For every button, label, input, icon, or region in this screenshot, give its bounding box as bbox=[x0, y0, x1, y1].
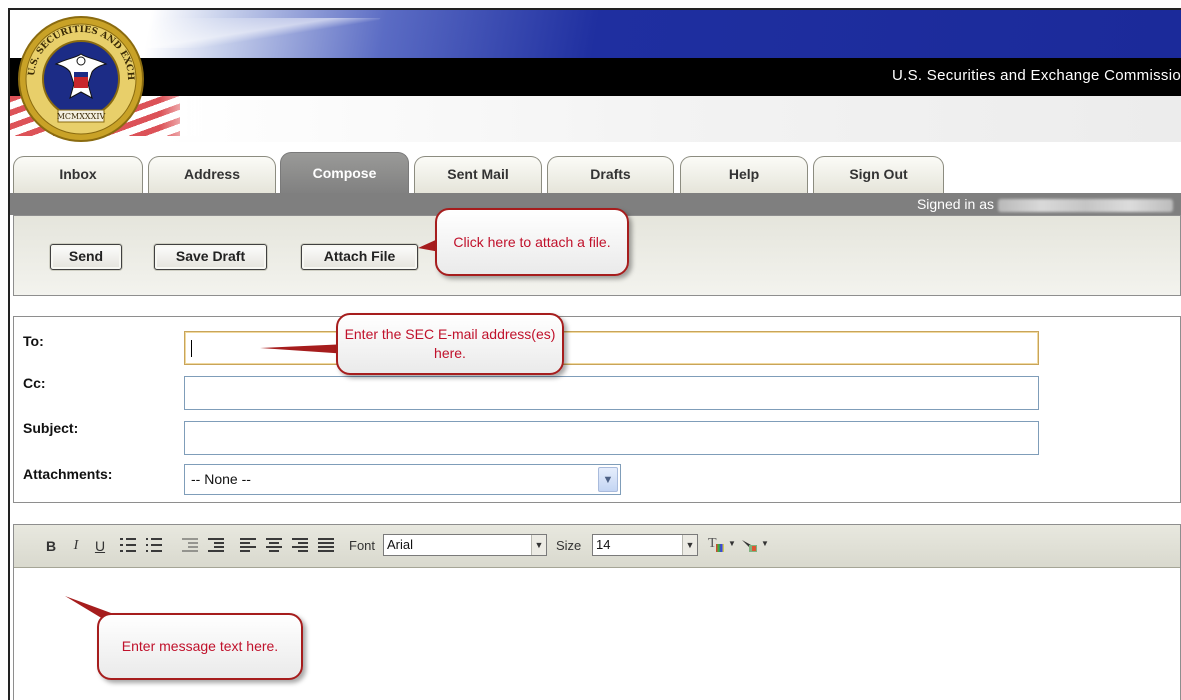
sec-seal-logo: U.S. SECURITIES AND EXCHANGE MCMXXXIV bbox=[16, 14, 144, 142]
size-select-value: 14 bbox=[596, 537, 611, 552]
svg-text:MCMXXXIV: MCMXXXIV bbox=[57, 112, 106, 121]
underline-icon[interactable]: U bbox=[93, 536, 107, 556]
size-select[interactable]: 14 ▼ bbox=[592, 534, 698, 556]
signed-in-label: Signed in as bbox=[916, 196, 994, 212]
banner-fade bbox=[160, 96, 1181, 142]
attach-callout: Click here to attach a file. bbox=[435, 208, 629, 276]
send-button[interactable]: Send bbox=[50, 244, 122, 270]
editor-toolbar: B I U Font Arial ▼ Size 14 ▼ T ▼ ▼ bbox=[14, 525, 1180, 568]
subject-label: Subject: bbox=[23, 420, 79, 436]
chevron-down-icon[interactable]: ▼ bbox=[682, 535, 697, 555]
outdent-icon[interactable] bbox=[182, 537, 198, 553]
message-text-callout: Enter message text here. bbox=[97, 613, 303, 680]
size-label: Size bbox=[556, 538, 582, 553]
attach-file-button[interactable]: Attach File bbox=[301, 244, 418, 270]
numbered-list-icon[interactable] bbox=[120, 537, 136, 553]
subject-field[interactable] bbox=[184, 421, 1039, 455]
header-banner: U.S. Securities and Exchange Commissio U… bbox=[10, 10, 1181, 150]
tab-help[interactable]: Help bbox=[680, 156, 808, 194]
italic-icon[interactable]: I bbox=[69, 536, 83, 556]
attachments-selected-value: -- None -- bbox=[191, 471, 251, 487]
tab-drafts[interactable]: Drafts bbox=[547, 156, 674, 194]
align-right-icon[interactable] bbox=[292, 537, 308, 553]
align-center-icon[interactable] bbox=[266, 537, 282, 553]
font-label: Font bbox=[349, 538, 376, 553]
bold-icon[interactable]: B bbox=[44, 536, 58, 556]
text-color-icon[interactable]: T ▼ bbox=[708, 536, 738, 556]
to-address-callout: Enter the SEC E-mail address(es) here. bbox=[336, 313, 564, 375]
highlight-color-icon[interactable]: ▼ bbox=[741, 536, 771, 556]
align-left-icon[interactable] bbox=[240, 537, 256, 553]
to-label: To: bbox=[23, 333, 44, 349]
message-fields-panel: To: Cc: Subject: Attachments: -- None --… bbox=[13, 316, 1181, 503]
font-select-value: Arial bbox=[387, 537, 414, 552]
nav-tabs: Inbox Address Compose Sent Mail Drafts H… bbox=[10, 150, 1181, 194]
attachments-label: Attachments: bbox=[23, 466, 113, 482]
brush-icon bbox=[742, 540, 757, 552]
to-field[interactable] bbox=[184, 331, 1039, 365]
font-select[interactable]: Arial ▼ bbox=[383, 534, 547, 556]
chevron-down-icon[interactable]: ▼ bbox=[598, 467, 618, 492]
chevron-down-icon[interactable]: ▼ bbox=[531, 535, 546, 555]
tab-inbox[interactable]: Inbox bbox=[13, 156, 143, 194]
agency-name: U.S. Securities and Exchange Commissio bbox=[891, 67, 1181, 84]
redacted-email bbox=[998, 198, 1173, 212]
text-caret bbox=[191, 340, 192, 357]
cc-label: Cc: bbox=[23, 375, 46, 391]
save-draft-button[interactable]: Save Draft bbox=[154, 244, 267, 270]
justify-icon[interactable] bbox=[318, 537, 334, 553]
window-frame: U.S. Securities and Exchange Commissio U… bbox=[8, 8, 1181, 700]
tab-sent-mail[interactable]: Sent Mail bbox=[414, 156, 542, 194]
signed-in-indicator: Signed in as bbox=[917, 193, 1173, 215]
bulleted-list-icon[interactable] bbox=[146, 537, 162, 553]
indent-icon[interactable] bbox=[208, 537, 224, 553]
tab-address[interactable]: Address bbox=[148, 156, 276, 194]
banner-sky bbox=[10, 10, 1181, 58]
tab-sign-out[interactable]: Sign Out bbox=[813, 156, 944, 194]
cc-field[interactable] bbox=[184, 376, 1039, 410]
tab-compose[interactable]: Compose bbox=[280, 152, 409, 194]
attachments-select[interactable]: -- None -- ▼ bbox=[184, 464, 621, 495]
